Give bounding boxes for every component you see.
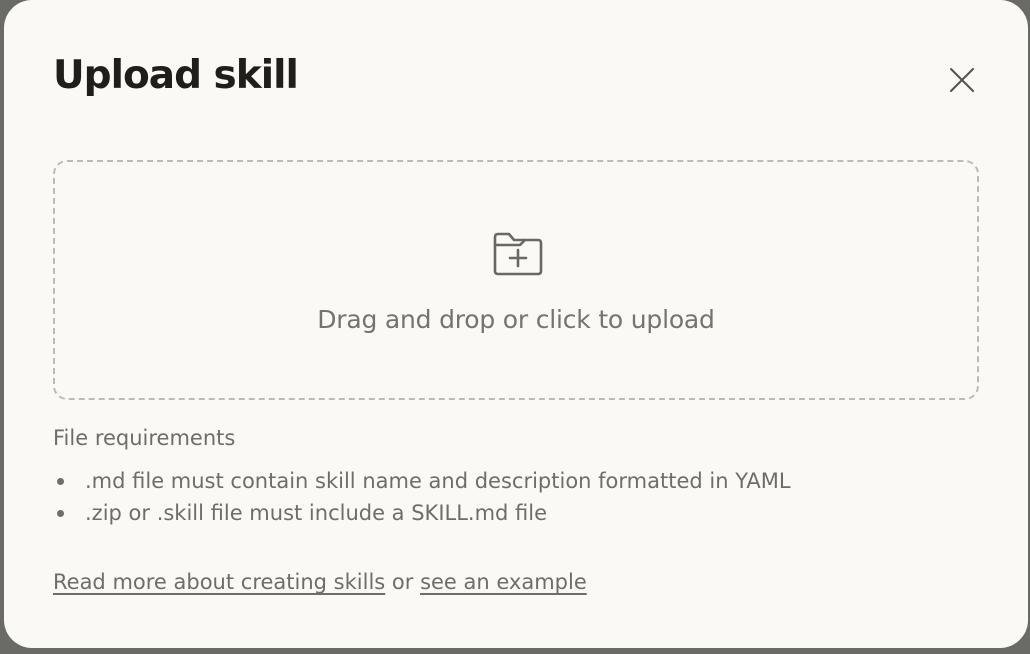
requirements-heading: File requirements: [53, 426, 236, 450]
footer-connector: or: [385, 570, 421, 594]
upload-skill-dialog: Upload skill Drag and drop or click to u…: [4, 0, 1028, 648]
upload-dropzone[interactable]: Drag and drop or click to upload: [53, 160, 979, 400]
footer-links: Read more about creating skills or see a…: [53, 570, 587, 594]
list-item: .zip or .skill file must include a SKILL…: [53, 497, 791, 529]
read-more-link[interactable]: Read more about creating skills: [53, 570, 385, 594]
see-example-link[interactable]: see an example: [420, 570, 587, 594]
folder-plus-icon: [493, 232, 543, 276]
bullet: [57, 510, 64, 517]
requirements-list: .md file must contain skill name and des…: [53, 465, 791, 529]
dropzone-text: Drag and drop or click to upload: [317, 305, 715, 334]
list-item: .md file must contain skill name and des…: [53, 465, 791, 497]
bullet: [57, 478, 64, 485]
requirement-text: .zip or .skill file must include a SKILL…: [85, 501, 548, 525]
close-icon: [950, 68, 974, 92]
requirement-text: .md file must contain skill name and des…: [85, 469, 791, 493]
close-button[interactable]: [942, 60, 982, 100]
dialog-title: Upload skill: [53, 53, 299, 98]
